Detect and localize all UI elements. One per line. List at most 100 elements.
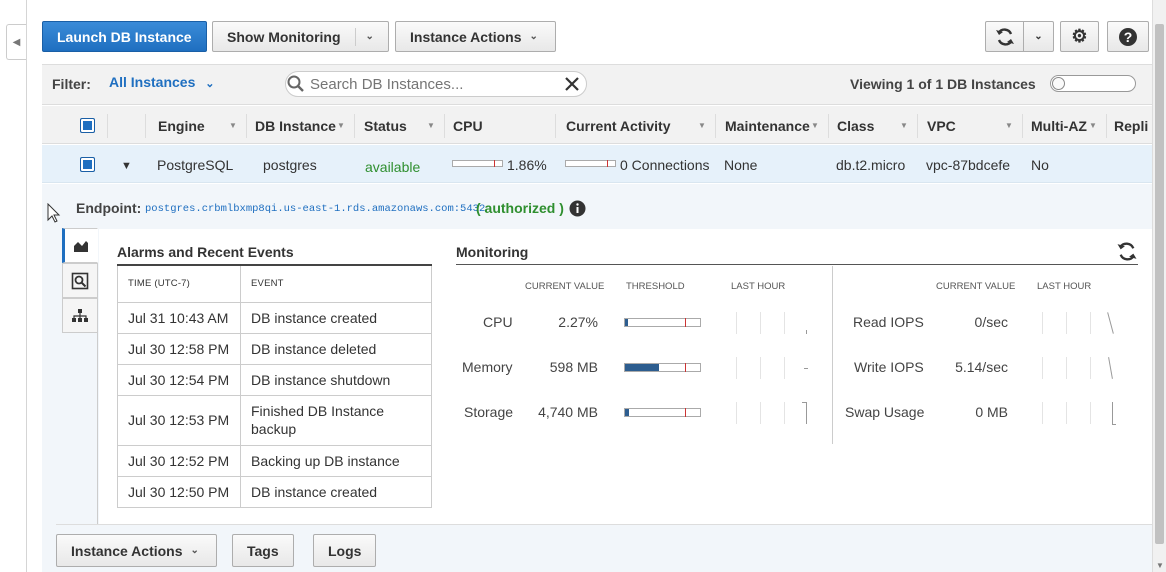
sort-icon[interactable]: ▼	[337, 121, 345, 130]
tab-topology[interactable]	[62, 298, 98, 333]
event-time: Jul 30 12:53 PM	[117, 394, 241, 446]
mouse-cursor-icon	[47, 203, 61, 223]
tags-button[interactable]: Tags	[232, 534, 294, 567]
chevron-down-icon[interactable]: ⌄	[366, 31, 374, 42]
refresh-icon	[995, 27, 1014, 46]
event-row: Jul 30 12:53 PM Finished DB Instance back…	[117, 394, 432, 446]
help-icon: ?	[1119, 27, 1137, 46]
event-description: DB instance shutdown	[240, 363, 432, 396]
events-header-row: Time (UTC-7) Event	[117, 264, 432, 303]
threshold-mark	[685, 408, 686, 417]
scrollbar-thumb[interactable]	[1155, 24, 1164, 544]
sort-icon[interactable]: ▼	[811, 121, 819, 130]
sort-icon[interactable]: ▼	[1089, 121, 1097, 130]
sort-icon[interactable]: ▼	[229, 121, 237, 130]
column-separator	[246, 114, 247, 138]
sort-icon[interactable]: ▼	[698, 121, 706, 130]
column-separator	[354, 114, 355, 138]
launch-db-instance-button[interactable]: Launch DB Instance	[42, 21, 207, 52]
endpoint-value[interactable]: postgres.crbmlbxmp8qi.us-east-1.rds.amaz…	[145, 203, 485, 215]
cell-engine: PostgreSQL	[157, 157, 234, 173]
scroll-down-icon[interactable]: ▼	[1156, 561, 1164, 570]
metric-value-cpu: 2.27%	[558, 314, 598, 330]
threshold-fill	[625, 319, 628, 326]
search-icon	[287, 75, 304, 92]
column-header-current-activity[interactable]: Current Activity	[566, 118, 671, 134]
event-description: Finished DB Instance backup	[240, 394, 432, 446]
column-header-status[interactable]: Status	[364, 118, 407, 134]
event-time: Jul 30 12:58 PM	[117, 332, 241, 365]
vertical-scrollbar[interactable]: ▼	[1152, 0, 1166, 572]
cell-db-instance[interactable]: postgres	[263, 157, 317, 173]
show-monitoring-label: Show Monitoring	[227, 28, 341, 45]
time-column-header: Time (UTC-7)	[117, 264, 241, 303]
refresh-options-button[interactable]: ⌄	[1023, 21, 1054, 52]
threshold-mark	[685, 318, 686, 327]
cell-multi-az: No	[1031, 157, 1049, 173]
cell-vpc[interactable]: vpc-87bdcefe	[926, 157, 1010, 173]
tab-monitoring[interactable]	[62, 228, 98, 263]
sort-icon[interactable]: ▼	[900, 121, 908, 130]
metric-label-memory: Memory	[462, 359, 513, 375]
column-separator	[444, 114, 445, 138]
sparkline-read-iops	[1042, 312, 1114, 334]
bottom-instance-actions-button[interactable]: Instance Actions ⌄	[56, 534, 217, 567]
instance-actions-button[interactable]: Instance Actions ⌄	[395, 21, 556, 52]
metric-label-cpu: CPU	[483, 314, 513, 330]
settings-button[interactable]: ⚙	[1060, 21, 1099, 52]
column-header-maintenance[interactable]: Maintenance	[725, 118, 810, 134]
sort-icon[interactable]: ▼	[427, 121, 435, 130]
threshold-fill	[625, 364, 659, 371]
search-input[interactable]	[310, 73, 550, 95]
filter-dropdown[interactable]: All Instances ⌄	[109, 74, 214, 90]
gear-icon: ⚙	[1071, 26, 1088, 46]
select-all-checkbox[interactable]	[80, 118, 95, 133]
event-time: Jul 30 12:50 PM	[117, 475, 241, 508]
connections-bar	[565, 160, 616, 167]
column-header-db-instance[interactable]: DB Instance	[255, 118, 336, 134]
row-checkbox[interactable]	[80, 157, 95, 172]
column-header-class[interactable]: Class	[837, 118, 874, 134]
cpu-usage-bar	[452, 160, 503, 167]
viewing-count: Viewing 1 of 1 DB Instances	[850, 76, 1036, 92]
collapse-sidebar-icon[interactable]: ◀	[6, 24, 26, 60]
info-icon[interactable]	[569, 200, 586, 217]
column-header-cpu[interactable]: CPU	[453, 118, 483, 134]
divider	[354, 27, 356, 46]
column-header-vpc[interactable]: VPC	[927, 118, 956, 134]
event-time: Jul 31 10:43 AM	[117, 301, 241, 334]
metric-value-swap-usage: 0 MB	[975, 404, 1008, 420]
event-description: Backing up DB instance	[240, 444, 432, 477]
column-separator	[555, 114, 556, 138]
tab-configuration[interactable]	[62, 263, 98, 298]
refresh-icon[interactable]	[1116, 242, 1138, 261]
metric-value-read-iops: 0/sec	[974, 314, 1008, 330]
threshold-mark	[494, 160, 495, 167]
column-header-engine[interactable]: Engine	[158, 118, 205, 134]
help-button[interactable]: ?	[1107, 21, 1149, 52]
pagination-slider[interactable]	[1050, 75, 1136, 92]
close-icon[interactable]	[564, 76, 580, 92]
expand-row-icon[interactable]: ▼	[121, 160, 132, 172]
metric-value-memory: 598 MB	[549, 359, 598, 375]
refresh-button[interactable]	[985, 21, 1024, 52]
logs-button[interactable]: Logs	[313, 534, 376, 567]
filter-label: Filter:	[52, 76, 91, 92]
show-monitoring-button[interactable]: Show Monitoring ⌄	[212, 21, 389, 52]
monitoring-rule	[456, 264, 1138, 265]
cell-current-activity: 0 Connections	[620, 157, 710, 173]
endpoint-label: Endpoint:	[76, 200, 142, 216]
column-separator	[107, 114, 108, 138]
sort-icon[interactable]: ▼	[1005, 121, 1013, 130]
column-separator	[715, 114, 716, 138]
sparkline-memory	[736, 357, 808, 379]
column-header-replication[interactable]: Repli	[1114, 118, 1152, 134]
event-description: DB instance created	[240, 301, 432, 334]
event-row: Jul 30 12:52 PM Backing up DB instance	[117, 444, 432, 477]
threshold-header: Threshold	[626, 281, 685, 292]
slider-handle[interactable]	[1052, 77, 1065, 90]
launch-label: Launch DB Instance	[57, 28, 192, 45]
instance-actions-label: Instance Actions	[410, 28, 522, 45]
column-header-multi-az[interactable]: Multi-AZ	[1031, 118, 1087, 134]
column-separator	[917, 114, 918, 138]
